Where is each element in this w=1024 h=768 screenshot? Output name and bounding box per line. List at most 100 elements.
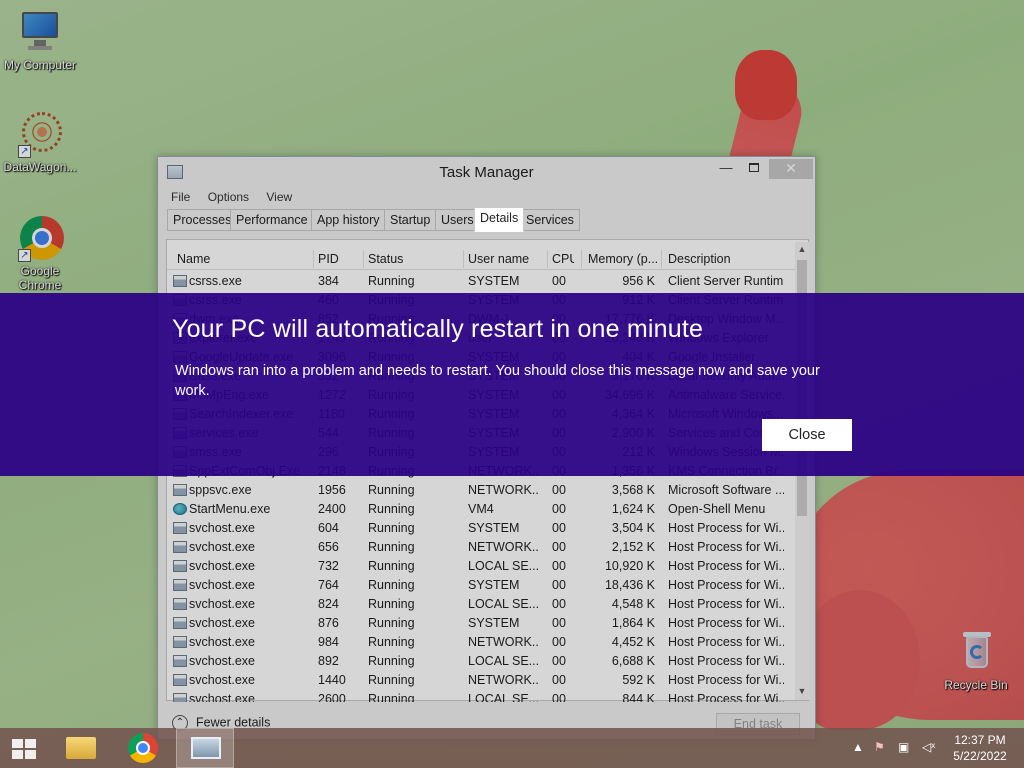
process-user: NETWORK... [468,635,540,649]
desktop-icon-my-computer[interactable]: My Computer [0,10,80,72]
process-name: svchost.exe [189,635,256,649]
process-icon [173,579,187,591]
process-pid: 2600 [318,692,346,702]
column-header-name[interactable]: Name [177,252,312,266]
process-description: Host Process for Wi... [668,692,784,702]
title-bar[interactable]: Task Manager — ✕ [158,157,815,187]
start-button[interactable] [0,728,48,768]
process-description: Open-Shell Menu [668,502,766,516]
taskbar-file-explorer[interactable] [58,728,104,768]
column-header-description[interactable]: Description [668,252,784,266]
process-name: svchost.exe [189,578,256,592]
process-description: Host Process for Wi... [668,559,784,573]
tab-app-history[interactable]: App history [311,209,386,231]
process-memory: 18,436 K [604,578,655,592]
process-status: Running [368,616,415,630]
column-header-memory[interactable]: Memory (p... [588,252,658,266]
column-header-user-name[interactable]: User name [468,252,540,266]
datawagon-icon: ↗ [18,112,62,158]
wallpaper-flower-bud [735,50,797,120]
process-pid: 984 [318,635,339,649]
menu-view[interactable]: View [266,190,292,204]
desktop-icon-google-chrome[interactable]: ↗ Google Chrome [0,216,80,292]
process-status: Running [368,673,415,687]
tab-processes[interactable]: Processes [167,209,238,231]
process-name: svchost.exe [189,521,256,535]
process-name: svchost.exe [189,597,256,611]
process-cpu: 00 [552,597,566,611]
action-center-flag-icon[interactable]: ⚑ [874,740,885,754]
column-header-cpu[interactable]: CPU [552,252,574,266]
table-row[interactable]: svchost.exe 824 Running LOCAL SE... 00 4,548 … [167,595,795,614]
process-name: sppsvc.exe [189,483,252,497]
banner-title: Your PC will automatically restart in on… [172,315,704,343]
column-header-status[interactable]: Status [368,252,458,266]
desktop-icon-label: Google Chrome [18,264,62,292]
shortcut-arrow-icon: ↗ [18,249,31,262]
minimize-button[interactable]: — [713,159,739,179]
process-name: svchost.exe [189,616,256,630]
desktop-icon-recycle-bin[interactable]: Recycle Bin [936,630,1016,692]
tab-services[interactable]: Services [520,209,580,231]
table-row[interactable]: svchost.exe 1440 Running NETWORK... 00 592 K H… [167,671,795,690]
process-name: svchost.exe [189,654,256,668]
taskbar-chrome[interactable] [120,728,166,768]
column-header-pid[interactable]: PID [318,252,358,266]
process-name: StartMenu.exe [189,502,271,516]
process-memory: 1,624 K [611,502,655,516]
process-user: NETWORK... [468,540,540,554]
menu-file[interactable]: File [171,190,190,204]
process-icon [173,541,187,553]
maximize-button[interactable] [741,159,767,179]
table-row[interactable]: svchost.exe 2600 Running LOCAL SE... 00 844 K… [167,690,795,702]
table-row[interactable]: svchost.exe 656 Running NETWORK... 00 2,152 K… [167,538,795,557]
process-user: SYSTEM [468,521,520,535]
process-status: Running [368,578,415,592]
table-row[interactable]: svchost.exe 604 Running SYSTEM 00 3,504 K Host… [167,519,795,538]
menu-bar: File Options View [158,187,815,207]
process-status: Running [368,521,415,535]
menu-options[interactable]: Options [208,190,249,204]
close-window-button[interactable]: ✕ [769,159,813,179]
process-icon [173,522,187,534]
process-description: Host Process for Wi... [668,521,784,535]
process-memory: 10,920 K [604,559,655,573]
process-pid: 384 [318,274,339,288]
table-row[interactable]: svchost.exe 764 Running SYSTEM 00 18,436 K Hos… [167,576,795,595]
scroll-down-icon[interactable]: ▼ [796,686,808,696]
network-icon[interactable]: ▣ [898,740,909,754]
tab-users[interactable]: Users [435,209,480,231]
restart-notification-banner: Your PC will automatically restart in on… [0,293,1024,476]
show-hidden-icons-icon[interactable]: ▲ [852,740,864,754]
process-pid: 2400 [318,502,346,516]
volume-muted-icon[interactable]: ◁ˣ [922,740,935,754]
table-row[interactable]: svchost.exe 876 Running SYSTEM 00 1,864 K Host… [167,614,795,633]
tab-startup[interactable]: Startup [384,209,437,231]
table-row[interactable]: svchost.exe 984 Running NETWORK... 00 4,452 K… [167,633,795,652]
task-manager-icon [191,737,221,759]
process-description: Host Process for Wi... [668,654,784,668]
tab-details[interactable]: Details [474,207,525,232]
close-button[interactable]: Close [762,419,852,451]
desktop-icon-datawagon[interactable]: ↗ DataWagon... [0,112,80,174]
process-cpu: 00 [552,521,566,535]
table-row[interactable]: svchost.exe 732 Running LOCAL SE... 00 10,920… [167,557,795,576]
system-tray: ▲ ⚑ ▣ ◁ˣ [848,728,948,768]
taskbar-task-manager[interactable] [176,728,234,768]
process-status: Running [368,654,415,668]
clock-time: 12:37 PM [954,733,1006,747]
process-pid: 604 [318,521,339,535]
table-row[interactable]: csrss.exe 384 Running SYSTEM 00 956 K Client S… [167,272,795,291]
process-name: svchost.exe [189,692,256,702]
scroll-up-icon[interactable]: ▲ [796,244,808,254]
column-header-row: Name PID Status User name CPU Memory (p.… [167,248,795,270]
table-row[interactable]: StartMenu.exe 2400 Running VM4 00 1,624 K Open… [167,500,795,519]
tab-performance[interactable]: Performance [230,209,314,231]
computer-icon [18,10,62,54]
process-description: Host Process for Wi... [668,540,784,554]
desktop-icon-label: Recycle Bin [944,678,1008,692]
folder-icon [66,737,96,759]
table-row[interactable]: svchost.exe 892 Running LOCAL SE... 00 6,688 … [167,652,795,671]
taskbar-clock[interactable]: 12:37 PM 5/22/2022 [944,732,1016,764]
table-row[interactable]: sppsvc.exe 1956 Running NETWORK... 00 3,568 K… [167,481,795,500]
